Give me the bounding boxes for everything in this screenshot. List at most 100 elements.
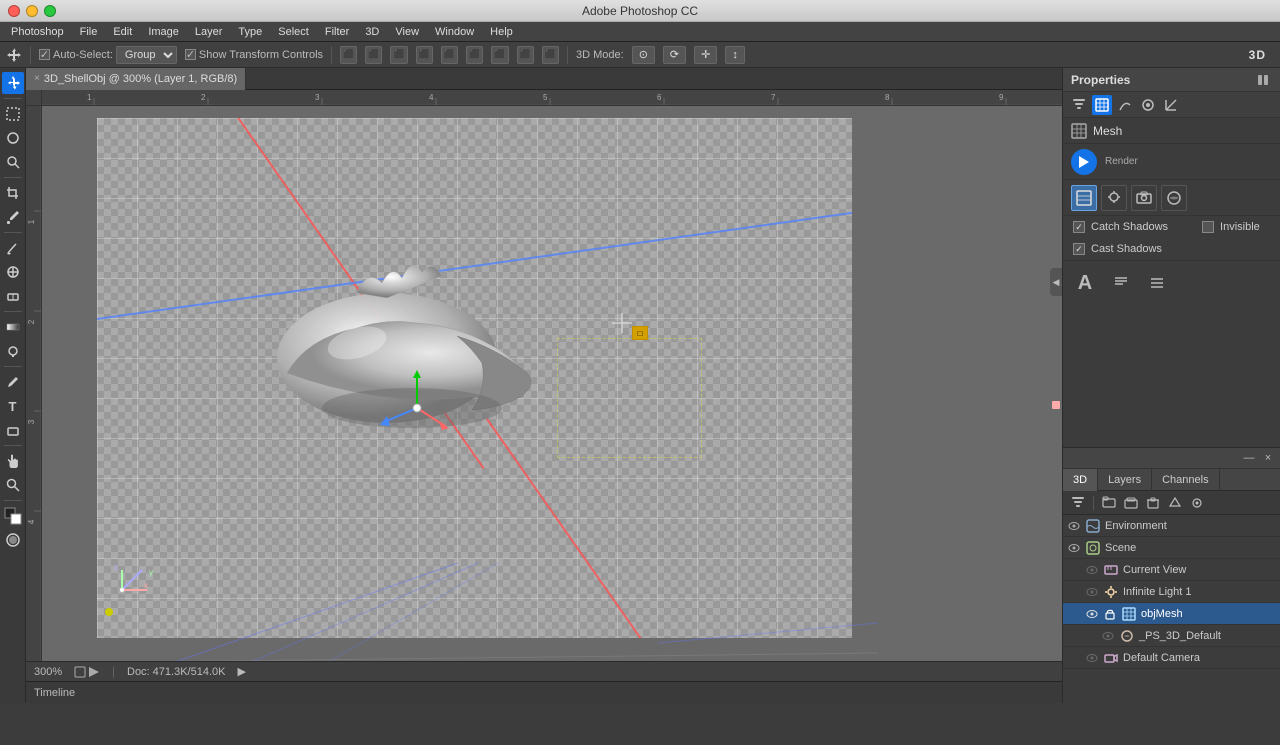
3d-mode-orbit[interactable]: ⊙ [632, 46, 655, 64]
panel-minimize-icon[interactable]: — [1241, 450, 1257, 466]
layer-row-currentview[interactable]: Current View [1063, 559, 1280, 581]
layer-row-environment[interactable]: Environment [1063, 515, 1280, 537]
new-layer-icon[interactable] [1122, 494, 1140, 512]
align-bottom-right-button[interactable]: ⬛ [542, 46, 559, 64]
prop-light-icon[interactable] [1101, 185, 1127, 211]
clone-stamp-tool[interactable] [2, 261, 24, 283]
show-transform-checkbox[interactable]: ✓ [185, 49, 196, 60]
mesh-icon[interactable] [1092, 95, 1112, 115]
menu-edit[interactable]: Edit [106, 22, 139, 42]
shape-tool[interactable] [2, 419, 24, 441]
coordinates-icon[interactable] [1161, 95, 1181, 115]
menu-3d[interactable]: 3D [358, 22, 386, 42]
type-tool[interactable]: T [2, 395, 24, 417]
layer-eye-environment[interactable] [1067, 519, 1081, 533]
maximize-window-button[interactable] [44, 5, 56, 17]
prop-material-icon[interactable] [1161, 185, 1187, 211]
canvas-document[interactable]: □ x y z [97, 118, 852, 638]
gradient-tool[interactable] [2, 316, 24, 338]
menu-filter[interactable]: Filter [318, 22, 356, 42]
menu-layer[interactable]: Layer [188, 22, 230, 42]
align-bottom-left-button[interactable]: ⬛ [491, 46, 508, 64]
zoom-controls[interactable] [74, 666, 100, 678]
cast-shadows-checkbox[interactable]: ✓ [1073, 243, 1085, 255]
menu-help[interactable]: Help [483, 22, 520, 42]
catch-shadows-checkbox[interactable]: ✓ [1073, 221, 1085, 233]
quick-select-tool[interactable] [2, 151, 24, 173]
layer-eye-ps3ddefault[interactable] [1101, 629, 1115, 643]
dodge-burn-tool[interactable] [2, 340, 24, 362]
material-icon[interactable] [1138, 95, 1158, 115]
invisible-checkbox[interactable] [1202, 221, 1214, 233]
align-left-button[interactable]: ⬛ [416, 46, 433, 64]
timeline-label[interactable]: Timeline [34, 687, 75, 699]
add-3d-icon[interactable] [1166, 494, 1184, 512]
layer-row-defaultcamera[interactable]: Default Camera [1063, 647, 1280, 669]
align-top-right-button[interactable]: ⬛ [390, 46, 407, 64]
foreground-color[interactable] [2, 505, 24, 527]
paragraph-panel-icon[interactable] [1107, 269, 1135, 297]
menu-window[interactable]: Window [428, 22, 481, 42]
prop-camera-icon[interactable] [1131, 185, 1157, 211]
mask-mode[interactable] [2, 529, 24, 551]
panel-close-icon[interactable]: × [1260, 450, 1276, 466]
render-play-button[interactable] [1071, 149, 1097, 175]
menu-file[interactable]: File [73, 22, 105, 42]
align-right-button[interactable]: ⬛ [466, 46, 483, 64]
prop-mesh-icon[interactable] [1071, 185, 1097, 211]
doc-arrow[interactable]: ▶ [237, 665, 245, 678]
filter-icon[interactable] [1069, 95, 1089, 115]
align-top-button[interactable]: ⬛ [365, 46, 382, 64]
layer-eye-objmesh[interactable] [1085, 607, 1099, 621]
close-window-button[interactable] [8, 5, 20, 17]
tab-3d[interactable]: 3D [1063, 469, 1098, 491]
layer-eye-defaultcamera[interactable] [1085, 651, 1099, 665]
pen-tool[interactable] [2, 371, 24, 393]
eyedropper-tool[interactable] [2, 206, 24, 228]
tab-layers[interactable]: Layers [1098, 469, 1152, 491]
right-panel-collapse-button[interactable]: ◀ [1050, 268, 1062, 296]
character-panel-icon[interactable]: A [1071, 269, 1099, 297]
autoselect-dropdown[interactable]: Group Layer [116, 46, 177, 64]
new-group-icon[interactable] [1100, 494, 1118, 512]
delete-layer-icon[interactable] [1144, 494, 1162, 512]
3d-settings-icon[interactable] [1188, 494, 1206, 512]
lasso-tool[interactable] [2, 127, 24, 149]
layer-row-objmesh[interactable]: objMesh [1063, 603, 1280, 625]
document-tab[interactable]: × 3D_ShellObj @ 300% (Layer 1, RGB/8) [26, 68, 246, 90]
menu-photoshop[interactable]: Photoshop [4, 22, 71, 42]
3d-mode-slide[interactable]: ↕ [725, 46, 745, 64]
3d-mode-roll[interactable]: ⟳ [663, 46, 686, 64]
3d-mode-pan[interactable]: ✛ [694, 46, 717, 64]
move-tool[interactable] [2, 72, 24, 94]
deform-icon[interactable] [1115, 95, 1135, 115]
menu-view[interactable]: View [388, 22, 426, 42]
layer-row-scene[interactable]: Scene [1063, 537, 1280, 559]
autoselect-checkbox[interactable]: ✓ [39, 49, 50, 60]
collapse-to-icon-button[interactable] [1254, 71, 1272, 89]
tab-channels[interactable]: Channels [1152, 469, 1219, 491]
tools-icon[interactable] [1143, 269, 1171, 297]
menu-type[interactable]: Type [231, 22, 269, 42]
crop-tool[interactable] [2, 182, 24, 204]
tab-close-button[interactable]: × [34, 73, 40, 84]
eraser-tool[interactable] [2, 285, 24, 307]
menu-image[interactable]: Image [141, 22, 186, 42]
align-top-left-button[interactable]: ⬛ [340, 46, 357, 64]
layer-row-ps3ddefault[interactable]: _PS_3D_Default [1063, 625, 1280, 647]
marquee-tool[interactable] [2, 103, 24, 125]
brush-tool[interactable] [2, 237, 24, 259]
layer-eye-scene[interactable] [1067, 541, 1081, 555]
3d-viewport[interactable]: □ x y z [42, 106, 1062, 703]
minimize-window-button[interactable] [26, 5, 38, 17]
hand-tool[interactable] [2, 450, 24, 472]
layer-name-scene: Scene [1105, 542, 1276, 554]
layer-eye-infinitelight[interactable] [1085, 585, 1099, 599]
layer-row-infinitelight[interactable]: Infinite Light 1 [1063, 581, 1280, 603]
align-bottom-button[interactable]: ⬛ [517, 46, 534, 64]
filter-layers-icon[interactable] [1069, 494, 1087, 512]
align-center-button[interactable]: ⬛ [441, 46, 458, 64]
layer-eye-currentview[interactable] [1085, 563, 1099, 577]
zoom-tool[interactable] [2, 474, 24, 496]
menu-select[interactable]: Select [271, 22, 316, 42]
